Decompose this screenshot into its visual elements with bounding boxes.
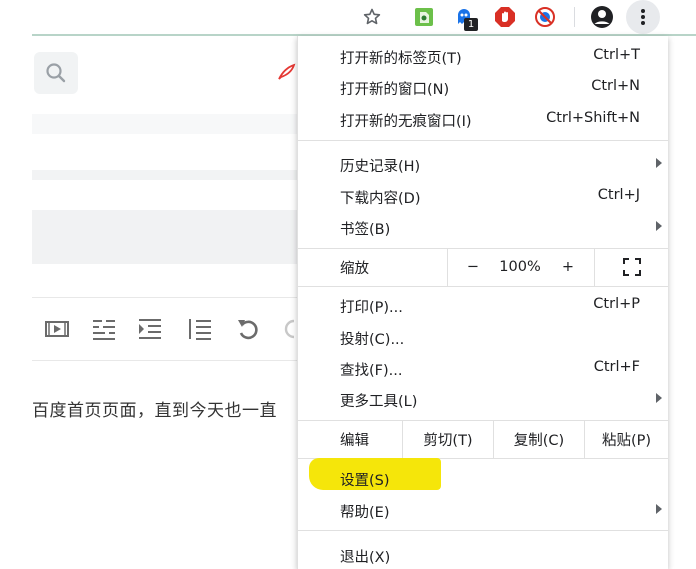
zoom-out-button[interactable]: − xyxy=(458,248,488,286)
menu-item-bookmarks[interactable]: 书签(B) xyxy=(298,211,668,243)
menu-item-find[interactable]: 查找(F)... Ctrl+F xyxy=(298,352,668,384)
kebab-menu-icon xyxy=(641,9,645,25)
menu-item-shortcut: Ctrl+F xyxy=(593,359,640,375)
zoom-in-button[interactable]: + xyxy=(554,248,582,286)
extension-block-icon[interactable] xyxy=(532,4,558,30)
menu-item-label: 更多工具(L) xyxy=(340,394,418,410)
submenu-arrow-icon xyxy=(656,221,662,231)
menu-item-label: 查找(F)... xyxy=(340,363,403,379)
menu-item-label: 帮助(E) xyxy=(340,505,390,521)
menu-item-new-tab[interactable]: 打开新的标签页(T) Ctrl+T xyxy=(298,40,668,72)
menu-separator xyxy=(298,140,668,141)
menu-item-print[interactable]: 打印(P)... Ctrl+P xyxy=(298,289,668,321)
menu-item-label: 退出(X) xyxy=(340,550,391,566)
zoom-row: 缩放 − 100% + xyxy=(298,248,668,286)
menu-item-new-window[interactable]: 打开新的窗口(N) Ctrl+N xyxy=(298,71,668,103)
format-list-icon[interactable] xyxy=(91,316,117,342)
menu-item-shortcut: Ctrl+P xyxy=(593,296,640,312)
menu-item-shortcut: Ctrl+J xyxy=(597,187,640,203)
cut-button[interactable]: 剪切(T) xyxy=(403,420,493,458)
menu-item-cast[interactable]: 投射(C)... xyxy=(298,321,668,353)
zoom-divider xyxy=(594,248,595,286)
menu-separator xyxy=(298,286,668,287)
toolbar-divider xyxy=(574,7,575,27)
menu-item-label: 投射(C)... xyxy=(340,332,405,348)
paste-button[interactable]: 粘贴(P) xyxy=(585,420,668,458)
search-icon xyxy=(46,63,66,83)
article-text: 百度首页页面，直到今天也一直 xyxy=(32,401,277,421)
page-section-band xyxy=(32,210,298,264)
menu-item-exit[interactable]: 退出(X) xyxy=(298,539,668,569)
menu-item-more-tools[interactable]: 更多工具(L) xyxy=(298,383,668,415)
menu-item-settings[interactable]: 设置(S) xyxy=(298,462,668,494)
menu-item-label: 书签(B) xyxy=(340,222,391,238)
browser-toolbar: 1 xyxy=(0,0,696,34)
indent-icon[interactable] xyxy=(137,316,163,342)
submenu-arrow-icon xyxy=(656,393,662,403)
menu-item-label: 历史记录(H) xyxy=(340,159,421,175)
chrome-menu-button[interactable] xyxy=(626,0,660,34)
undo-icon[interactable] xyxy=(236,316,262,342)
menu-item-label: 打开新的无痕窗口(I) xyxy=(340,114,472,130)
menu-item-downloads[interactable]: 下载内容(D) Ctrl+J xyxy=(298,180,668,212)
menu-item-label: 下载内容(D) xyxy=(340,191,421,207)
fullscreen-icon xyxy=(623,258,641,276)
quill-logo-icon xyxy=(276,62,296,86)
menu-item-label: 打开新的窗口(N) xyxy=(340,82,450,98)
bookmark-star-icon[interactable] xyxy=(359,4,385,30)
video-icon[interactable] xyxy=(44,316,70,342)
edit-row: 编辑 剪切(T) 复制(C) 粘贴(P) xyxy=(298,420,668,458)
page-section-band xyxy=(32,114,298,134)
zoom-value: 100% xyxy=(499,259,541,275)
menu-item-shortcut: Ctrl+N xyxy=(591,78,640,94)
zoom-divider xyxy=(447,248,448,286)
menu-item-label: 打印(P)... xyxy=(340,300,403,316)
search-button[interactable] xyxy=(34,52,78,94)
copy-button[interactable]: 复制(C) xyxy=(494,420,584,458)
zoom-label: 缩放 xyxy=(340,260,369,277)
submenu-arrow-icon xyxy=(656,158,662,168)
submenu-arrow-icon xyxy=(656,504,662,514)
extension-badge: 1 xyxy=(464,18,478,31)
fullscreen-button[interactable] xyxy=(610,248,654,286)
menu-item-shortcut: Ctrl+T xyxy=(593,47,640,63)
menu-item-label: 设置(S) xyxy=(340,473,390,489)
menu-item-new-incognito[interactable]: 打开新的无痕窗口(I) Ctrl+Shift+N xyxy=(298,103,668,135)
page-divider xyxy=(32,170,298,180)
menu-item-help[interactable]: 帮助(E) xyxy=(298,494,668,526)
editor-toolbar xyxy=(32,297,298,361)
profile-avatar-icon[interactable] xyxy=(589,4,615,30)
edit-label: 编辑 xyxy=(340,432,369,449)
menu-item-label: 打开新的标签页(T) xyxy=(340,51,462,67)
menu-item-shortcut: Ctrl+Shift+N xyxy=(546,110,640,126)
menu-separator xyxy=(298,530,668,531)
bulleted-list-icon[interactable] xyxy=(187,316,213,342)
menu-item-history[interactable]: 历史记录(H) xyxy=(298,148,668,180)
extension-evernote-icon[interactable] xyxy=(411,4,437,30)
extension-adblock-icon[interactable] xyxy=(492,4,518,30)
chrome-main-menu: 打开新的标签页(T) Ctrl+T 打开新的窗口(N) Ctrl+N 打开新的无… xyxy=(297,36,668,569)
